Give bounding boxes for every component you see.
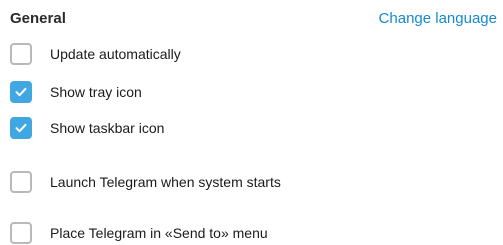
change-language-link[interactable]: Change language bbox=[379, 9, 497, 29]
send-to-menu-option[interactable]: Place Telegram in «Send to» menu bbox=[10, 221, 268, 245]
show-taskbar-icon-label: Show taskbar icon bbox=[50, 120, 165, 136]
checkmark-icon bbox=[15, 123, 27, 133]
launch-on-startup-option[interactable]: Launch Telegram when system starts bbox=[10, 170, 281, 194]
launch-on-startup-checkbox[interactable] bbox=[10, 171, 32, 193]
section-title: General bbox=[10, 10, 66, 27]
update-automatically-checkbox[interactable] bbox=[10, 43, 32, 65]
launch-on-startup-label: Launch Telegram when system starts bbox=[50, 174, 281, 190]
checkmark-icon bbox=[15, 87, 27, 97]
send-to-menu-label: Place Telegram in «Send to» menu bbox=[50, 225, 268, 241]
send-to-menu-checkbox[interactable] bbox=[10, 222, 32, 244]
show-tray-icon-label: Show tray icon bbox=[50, 84, 142, 100]
show-tray-icon-checkbox[interactable] bbox=[10, 81, 32, 103]
update-automatically-option[interactable]: Update automatically bbox=[10, 42, 181, 66]
update-automatically-label: Update automatically bbox=[50, 46, 181, 62]
show-tray-icon-option[interactable]: Show tray icon bbox=[10, 80, 142, 104]
show-taskbar-icon-option[interactable]: Show taskbar icon bbox=[10, 116, 164, 140]
show-taskbar-icon-checkbox[interactable] bbox=[10, 117, 32, 139]
